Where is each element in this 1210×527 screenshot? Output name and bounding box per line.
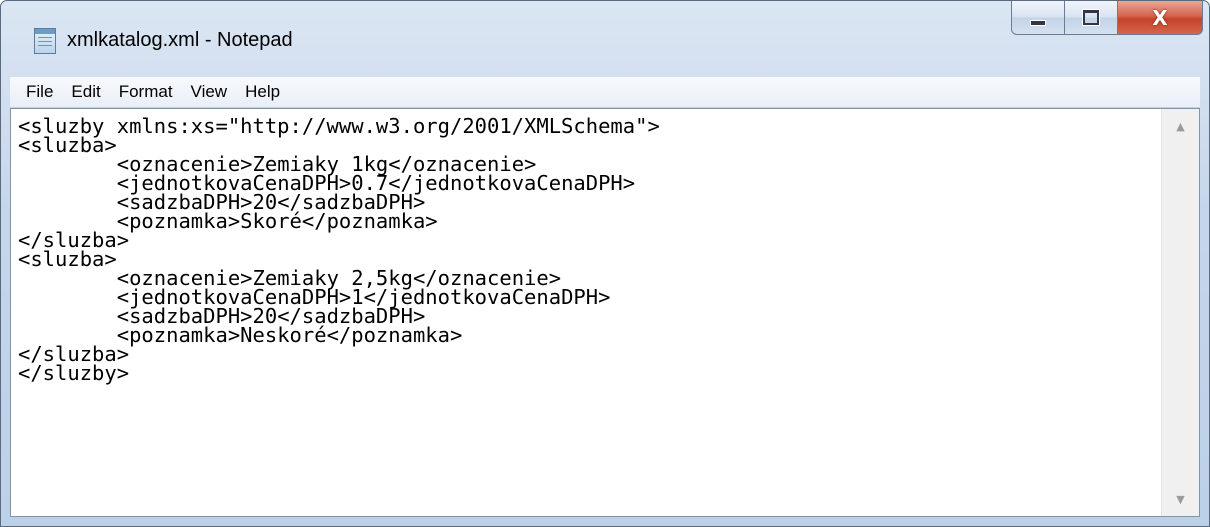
- menu-view[interactable]: View: [182, 82, 237, 102]
- maximize-button[interactable]: [1064, 1, 1118, 35]
- close-icon: X: [1152, 5, 1168, 30]
- caption-buttons: X: [1011, 1, 1203, 37]
- text-content[interactable]: <sluzby xmlns:xs="http://www.w3.org/2001…: [11, 109, 1162, 516]
- menu-help[interactable]: Help: [236, 82, 289, 102]
- menu-edit[interactable]: Edit: [62, 82, 109, 102]
- close-button[interactable]: X: [1117, 1, 1203, 35]
- menu-bar: File Edit Format View Help: [10, 77, 1200, 108]
- scroll-up-icon[interactable]: ▲: [1162, 109, 1199, 143]
- minimize-icon: [1030, 19, 1046, 26]
- window-title: xmlkatalog.xml - Notepad: [67, 29, 293, 51]
- maximize-icon: [1083, 10, 1099, 25]
- menu-file[interactable]: File: [10, 82, 62, 102]
- menu-format[interactable]: Format: [110, 82, 182, 102]
- notepad-icon[interactable]: [34, 28, 56, 54]
- vertical-scrollbar[interactable]: ▲ ▼: [1161, 109, 1199, 516]
- title-bar[interactable]: xmlkatalog.xml - Notepad X: [1, 1, 1209, 77]
- notepad-window: xmlkatalog.xml - Notepad X File Edit For…: [0, 0, 1210, 527]
- scroll-down-icon[interactable]: ▼: [1162, 482, 1199, 516]
- minimize-button[interactable]: [1011, 1, 1065, 35]
- editor-area: <sluzby xmlns:xs="http://www.w3.org/2001…: [10, 108, 1200, 517]
